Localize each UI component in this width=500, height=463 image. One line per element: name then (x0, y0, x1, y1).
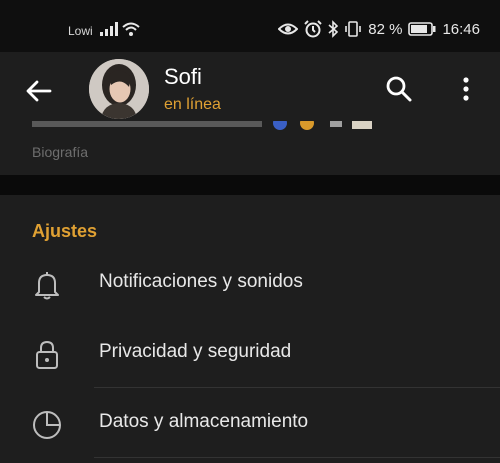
bio-label: Biografía (32, 144, 89, 160)
search-icon[interactable] (384, 74, 414, 104)
bluetooth-icon (328, 20, 339, 38)
settings-title: Ajustes (32, 221, 98, 241)
contact-name[interactable]: Sofi (164, 64, 202, 90)
more-vert-icon[interactable] (455, 74, 477, 106)
lock-icon (30, 338, 64, 372)
row-divider (94, 457, 500, 458)
battery-percent: 82 % (368, 20, 403, 38)
bell-icon (30, 268, 64, 302)
settings-item-label: Privacidad y seguridad (99, 341, 292, 362)
settings-item-notifications[interactable]: Notificaciones y sonidos (0, 248, 500, 318)
settings-item-privacy[interactable]: Privacidad y seguridad (0, 318, 500, 388)
section-divider (0, 175, 500, 195)
bio-text-clipped (0, 121, 500, 135)
wifi-icon (122, 21, 140, 42)
pie-chart-icon (30, 408, 64, 442)
settings-item-data-storage[interactable]: Datos y almacenamiento (0, 388, 500, 458)
settings-item-label: Notificaciones y sonidos (99, 271, 303, 292)
battery-icon (408, 22, 436, 36)
vibrate-icon (344, 20, 362, 38)
contact-status: en línea (164, 96, 221, 113)
carrier-label: Lowi (68, 24, 93, 38)
signal-icon (100, 22, 118, 41)
settings-item-label: Datos y almacenamiento (99, 411, 309, 432)
alarm-icon (304, 20, 322, 38)
clock-time: 16:46 (442, 20, 480, 38)
avatar[interactable] (89, 59, 149, 119)
settings-section: Ajustes Notificaciones y sonidos Privaci… (0, 195, 500, 463)
bio-section[interactable]: Biografía (0, 121, 500, 175)
eye-icon (278, 22, 299, 36)
back-arrow-icon[interactable] (22, 74, 56, 108)
chat-header: Sofi en línea (0, 52, 500, 127)
